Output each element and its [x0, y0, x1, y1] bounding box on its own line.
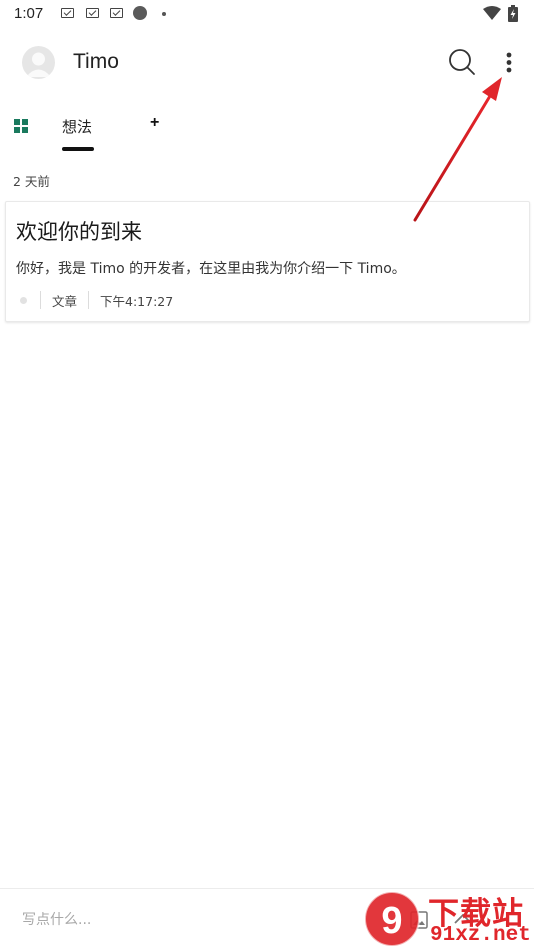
composer-bar	[0, 888, 534, 950]
image-icon	[410, 911, 428, 929]
status-bar: 1:07	[0, 0, 534, 28]
avatar[interactable]	[22, 46, 55, 79]
circle-icon	[133, 6, 147, 20]
mail-icon	[110, 8, 123, 18]
wifi-icon	[483, 6, 501, 20]
post-body: 你好，我是 Timo 的开发者，在这里由我为你介绍一下 Timo。	[16, 261, 406, 277]
post-time: 下午4:17:27	[100, 293, 174, 309]
add-tab-button[interactable]: +	[150, 114, 159, 132]
search-button[interactable]	[446, 46, 478, 78]
status-time: 1:07	[14, 5, 44, 22]
status-dot	[20, 296, 27, 304]
more-vertical-icon	[506, 52, 512, 73]
tab-active-indicator	[62, 147, 94, 151]
date-group-label: 2 天前	[13, 174, 50, 189]
page-title: Timo	[73, 50, 119, 73]
person-icon	[26, 52, 51, 77]
post-category: 文章	[52, 293, 78, 309]
post-card[interactable]: 欢迎你的到来 你好，我是 Timo 的开发者，在这里由我为你介绍一下 Timo。…	[5, 201, 530, 322]
insert-image-button[interactable]	[410, 911, 428, 929]
dot-icon	[162, 12, 166, 16]
battery-charging-icon	[508, 5, 518, 22]
grid-view-button[interactable]	[14, 118, 28, 133]
mail-icon	[61, 8, 74, 18]
send-button[interactable]	[452, 909, 474, 931]
post-meta: 文章 下午4:17:27	[16, 290, 184, 310]
grid-icon	[14, 119, 28, 133]
send-icon	[454, 913, 472, 924]
mail-icon	[86, 8, 99, 18]
compose-input[interactable]	[22, 909, 352, 931]
post-title: 欢迎你的到来	[16, 220, 142, 244]
tab-ideas[interactable]: 想法	[62, 116, 92, 137]
search-icon	[449, 49, 475, 75]
more-options-button[interactable]	[496, 46, 522, 80]
annotation-arrow	[413, 77, 502, 222]
